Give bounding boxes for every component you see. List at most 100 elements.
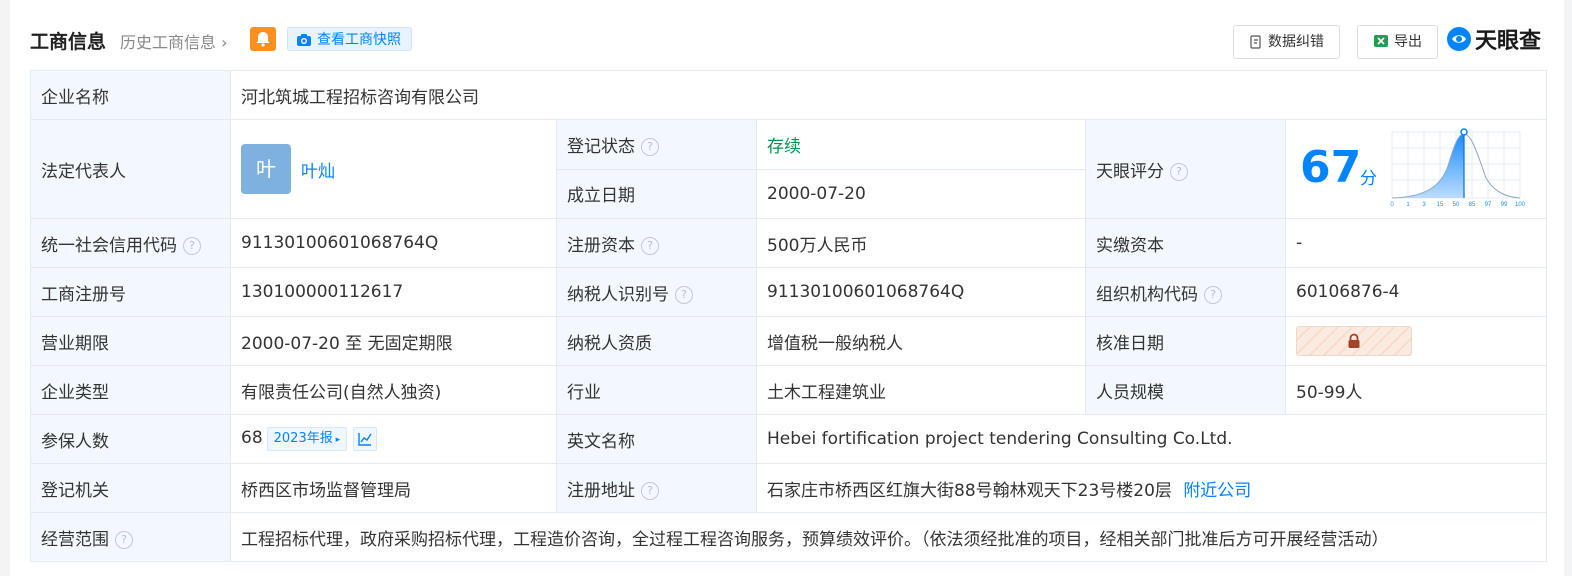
score-axis-tick: 0 bbox=[1390, 202, 1394, 208]
help-icon[interactable]: ? bbox=[641, 236, 659, 255]
staff-size-label: 人员规模 bbox=[1085, 365, 1286, 415]
scope-value: 工程招标代理，政府采购招标代理，工程造价咨询，全过程工程咨询服务，预算绩效评价。… bbox=[229, 512, 1548, 562]
address-cell: 石家庄市桥西区红旗大街88号翰林观天下23号楼20层 附近公司 bbox=[755, 463, 1548, 513]
taxpayer-id-label: 纳税人识别号? bbox=[556, 267, 757, 317]
scope-label: 经营范围? bbox=[30, 512, 231, 562]
camera-icon bbox=[297, 34, 311, 46]
score-axis-tick: 85 bbox=[1469, 202, 1476, 208]
approve-date-value bbox=[1284, 316, 1548, 366]
company-type-label: 企业类型 bbox=[30, 365, 231, 415]
reg-status-value: 存续 bbox=[756, 119, 1086, 170]
found-date-label: 成立日期 bbox=[556, 168, 757, 219]
taxpayer-qual-value: 增值税一般纳税人 bbox=[756, 316, 1086, 366]
bell-icon bbox=[256, 32, 270, 47]
avatar[interactable]: 叶 bbox=[241, 144, 291, 194]
english-name-value: Hebei fortification project tendering Co… bbox=[755, 414, 1548, 464]
org-code-label: 组织机构代码? bbox=[1085, 267, 1286, 317]
industry-label: 行业 bbox=[556, 365, 757, 415]
section-title: 工商信息 bbox=[30, 31, 107, 53]
industry-value: 土木工程建筑业 bbox=[756, 365, 1086, 415]
reg-capital-label: 注册资本? bbox=[556, 218, 757, 268]
history-link[interactable]: 历史工商信息 › bbox=[120, 29, 228, 53]
view-snapshot-button[interactable]: 查看工商快照 bbox=[287, 27, 412, 51]
company-type-value: 有限责任公司(自然人独资) bbox=[230, 365, 557, 415]
score-axis-tick: 99 bbox=[1501, 202, 1508, 208]
company-name-label: 企业名称 bbox=[30, 70, 231, 120]
monitor-bell-button[interactable] bbox=[250, 27, 276, 51]
score-axis-tick: 50 bbox=[1453, 202, 1460, 208]
table-row: 工商注册号 130100000112617 纳税人识别号? 9113010060… bbox=[30, 267, 1548, 317]
authority-label: 登记机关 bbox=[30, 463, 231, 513]
reg-status-label: 登记状态? bbox=[556, 119, 757, 170]
staff-size-value: 50-99人 bbox=[1284, 365, 1548, 415]
paid-capital-label: 实缴资本 bbox=[1085, 218, 1286, 268]
trend-chart-icon bbox=[358, 433, 372, 446]
vip-locked-field[interactable] bbox=[1296, 326, 1412, 356]
credit-code-label: 统一社会信用代码? bbox=[30, 218, 231, 268]
table-row: 登记机关 桥西区市场监督管理局 注册地址? 石家庄市桥西区红旗大街88号翰林观天… bbox=[30, 463, 1548, 513]
reg-no-label: 工商注册号 bbox=[30, 267, 231, 317]
brand-logo: 天眼查 bbox=[1445, 25, 1541, 57]
approve-date-label: 核准日期 bbox=[1085, 316, 1286, 366]
authority-value: 桥西区市场监督管理局 bbox=[230, 463, 557, 513]
term-label: 营业期限 bbox=[30, 316, 231, 366]
status-badge: 存续 bbox=[767, 136, 801, 157]
nearby-companies-link[interactable]: 附近公司 bbox=[1183, 481, 1251, 501]
business-info-table: 企业名称 河北筑城工程招标咨询有限公司 法定代表人 叶叶灿 登记状态? 存续 天… bbox=[30, 70, 1548, 562]
taxpayer-qual-label: 纳税人资质 bbox=[556, 316, 757, 366]
legal-rep-name[interactable]: 叶灿 bbox=[301, 162, 335, 182]
score-axis-tick: 15 bbox=[1437, 202, 1444, 208]
table-row: 统一社会信用代码? 91130100601068764Q 注册资本? 500万人… bbox=[30, 218, 1548, 268]
help-icon[interactable]: ? bbox=[1170, 162, 1188, 181]
help-icon[interactable]: ? bbox=[183, 236, 201, 255]
insured-label: 参保人数 bbox=[30, 414, 231, 464]
org-code-value: 60106876-4 bbox=[1284, 267, 1548, 317]
legal-rep-cell: 叶叶灿 bbox=[230, 119, 557, 219]
help-icon[interactable]: ? bbox=[1204, 285, 1222, 304]
insured-cell: 68 2023年报 ▸ bbox=[230, 414, 557, 464]
score-value: 67 bbox=[1300, 142, 1362, 193]
table-row: 企业类型 有限责任公司(自然人独资) 行业 土木工程建筑业 人员规模 50-99… bbox=[30, 365, 1548, 415]
help-icon[interactable]: ? bbox=[641, 481, 659, 500]
table-row: 经营范围? 工程招标代理，政府采购招标代理，工程造价咨询，全过程工程咨询服务，预… bbox=[30, 512, 1548, 562]
legal-rep-label: 法定代表人 bbox=[30, 119, 231, 219]
table-row: 参保人数 68 2023年报 ▸ 英文名称 Hebei fortification… bbox=[30, 414, 1548, 464]
caret-right-icon: ▸ bbox=[332, 435, 341, 445]
table-row: 企业名称 河北筑城工程招标咨询有限公司 bbox=[30, 70, 1548, 120]
term-value: 2000-07-20 至 无固定期限 bbox=[230, 316, 557, 366]
score-label: 天眼评分? bbox=[1085, 119, 1286, 219]
reg-capital-value: 500万人民币 bbox=[756, 218, 1086, 268]
business-info-panel: 工商信息 历史工商信息 › 查看工商快照 数据纠错 导出 天眼查 企业名称 河北… bbox=[10, 0, 1564, 576]
company-name-value: 河北筑城工程招标咨询有限公司 bbox=[229, 70, 1548, 120]
credit-code-value: 91130100601068764Q bbox=[230, 218, 557, 268]
paid-capital-value: - bbox=[1284, 218, 1548, 268]
tianyancha-logo-icon bbox=[1447, 27, 1471, 51]
data-correction-button[interactable]: 数据纠错 bbox=[1233, 25, 1340, 59]
chevron-right-icon: › bbox=[216, 33, 228, 52]
score-distribution-chart: 0 1 3 15 50 85 97 99 100 bbox=[1390, 128, 1526, 208]
table-row: 营业期限 2000-07-20 至 无固定期限 纳税人资质 增值税一般纳税人 核… bbox=[30, 316, 1548, 366]
help-icon[interactable]: ? bbox=[641, 137, 659, 156]
score-axis-tick: 3 bbox=[1422, 202, 1426, 208]
excel-icon bbox=[1374, 35, 1388, 47]
annual-report-tag[interactable]: 2023年报 ▸ bbox=[266, 427, 348, 451]
help-icon[interactable]: ? bbox=[675, 285, 693, 304]
score-cell[interactable]: 67 分 0 1 3 15 50 85 97 99 100 bbox=[1284, 119, 1548, 219]
lock-icon bbox=[1348, 333, 1360, 348]
english-name-label: 英文名称 bbox=[556, 414, 757, 464]
score-axis-tick: 100 bbox=[1515, 202, 1526, 208]
address-label: 注册地址? bbox=[556, 463, 757, 513]
found-date-value: 2000-07-20 bbox=[756, 168, 1086, 219]
taxpayer-id-value: 91130100601068764Q bbox=[756, 267, 1086, 317]
trend-chart-button[interactable] bbox=[353, 427, 378, 451]
section-header: 工商信息 历史工商信息 › 查看工商快照 数据纠错 导出 天眼查 bbox=[30, 25, 1550, 59]
edit-doc-icon bbox=[1250, 35, 1261, 49]
export-button[interactable]: 导出 bbox=[1357, 25, 1438, 59]
table-row: 法定代表人 叶叶灿 登记状态? 存续 天眼评分? 67 分 0 1 3 15 5… bbox=[30, 119, 1548, 219]
reg-no-value: 130100000112617 bbox=[230, 267, 557, 317]
score-unit: 分 bbox=[1360, 169, 1377, 189]
score-axis-tick: 97 bbox=[1485, 202, 1492, 208]
insured-value: 68 bbox=[241, 428, 263, 448]
address-value: 石家庄市桥西区红旗大街88号翰林观天下23号楼20层 bbox=[767, 480, 1172, 501]
help-icon[interactable]: ? bbox=[115, 530, 133, 549]
